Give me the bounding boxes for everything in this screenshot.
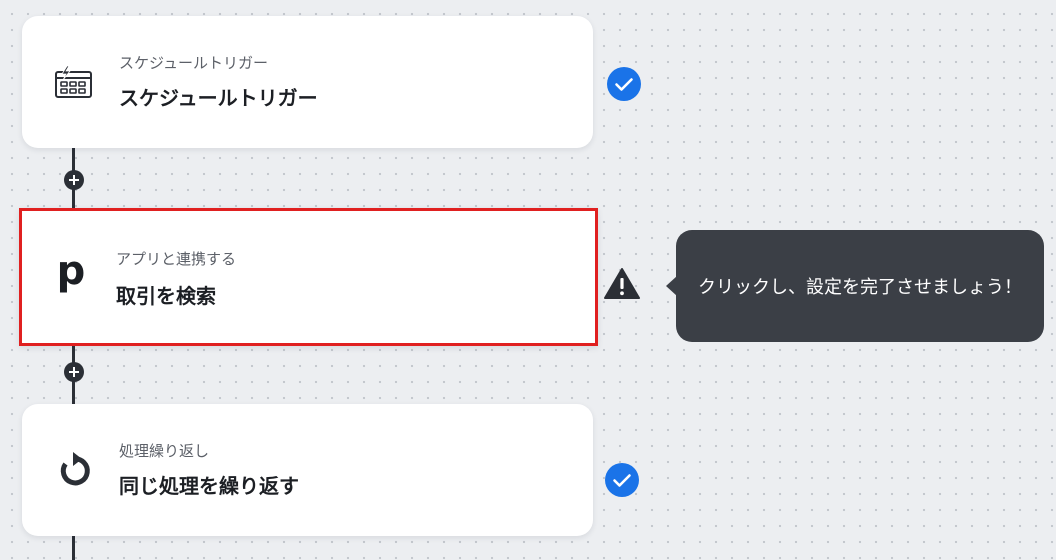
flow-step-card-schedule-trigger[interactable]: スケジュールトリガー スケジュールトリガー	[22, 16, 593, 148]
tooltip-text: クリックし、設定を完了させましょう！	[698, 277, 1022, 298]
add-step-button[interactable]	[64, 170, 84, 190]
flow-step-card-search-transactions[interactable]: p アプリと連携する 取引を検索	[19, 208, 598, 346]
step-subtitle: スケジュールトリガー	[119, 54, 268, 72]
add-step-button[interactable]	[64, 362, 84, 382]
app-icon-letter: p	[56, 248, 86, 294]
flow-connector-line	[72, 534, 75, 560]
step-subtitle: アプリと連携する	[116, 250, 237, 268]
step-complete-check-icon	[606, 66, 642, 102]
step-title: 同じ処理を繰り返す	[119, 474, 299, 498]
setup-hint-tooltip: クリックし、設定を完了させましょう！	[666, 230, 1044, 342]
step-warning-icon	[603, 266, 640, 302]
loop-icon	[52, 450, 96, 490]
schedule-trigger-icon	[52, 62, 96, 102]
step-title: 取引を検索	[116, 284, 216, 308]
step-complete-check-icon	[604, 462, 640, 498]
flow-step-card-loop[interactable]: 処理繰り返し 同じ処理を繰り返す	[22, 404, 593, 536]
freee-p-icon: p	[49, 248, 93, 294]
step-title: スケジュールトリガー	[119, 86, 318, 110]
step-subtitle: 処理繰り返し	[119, 442, 210, 460]
